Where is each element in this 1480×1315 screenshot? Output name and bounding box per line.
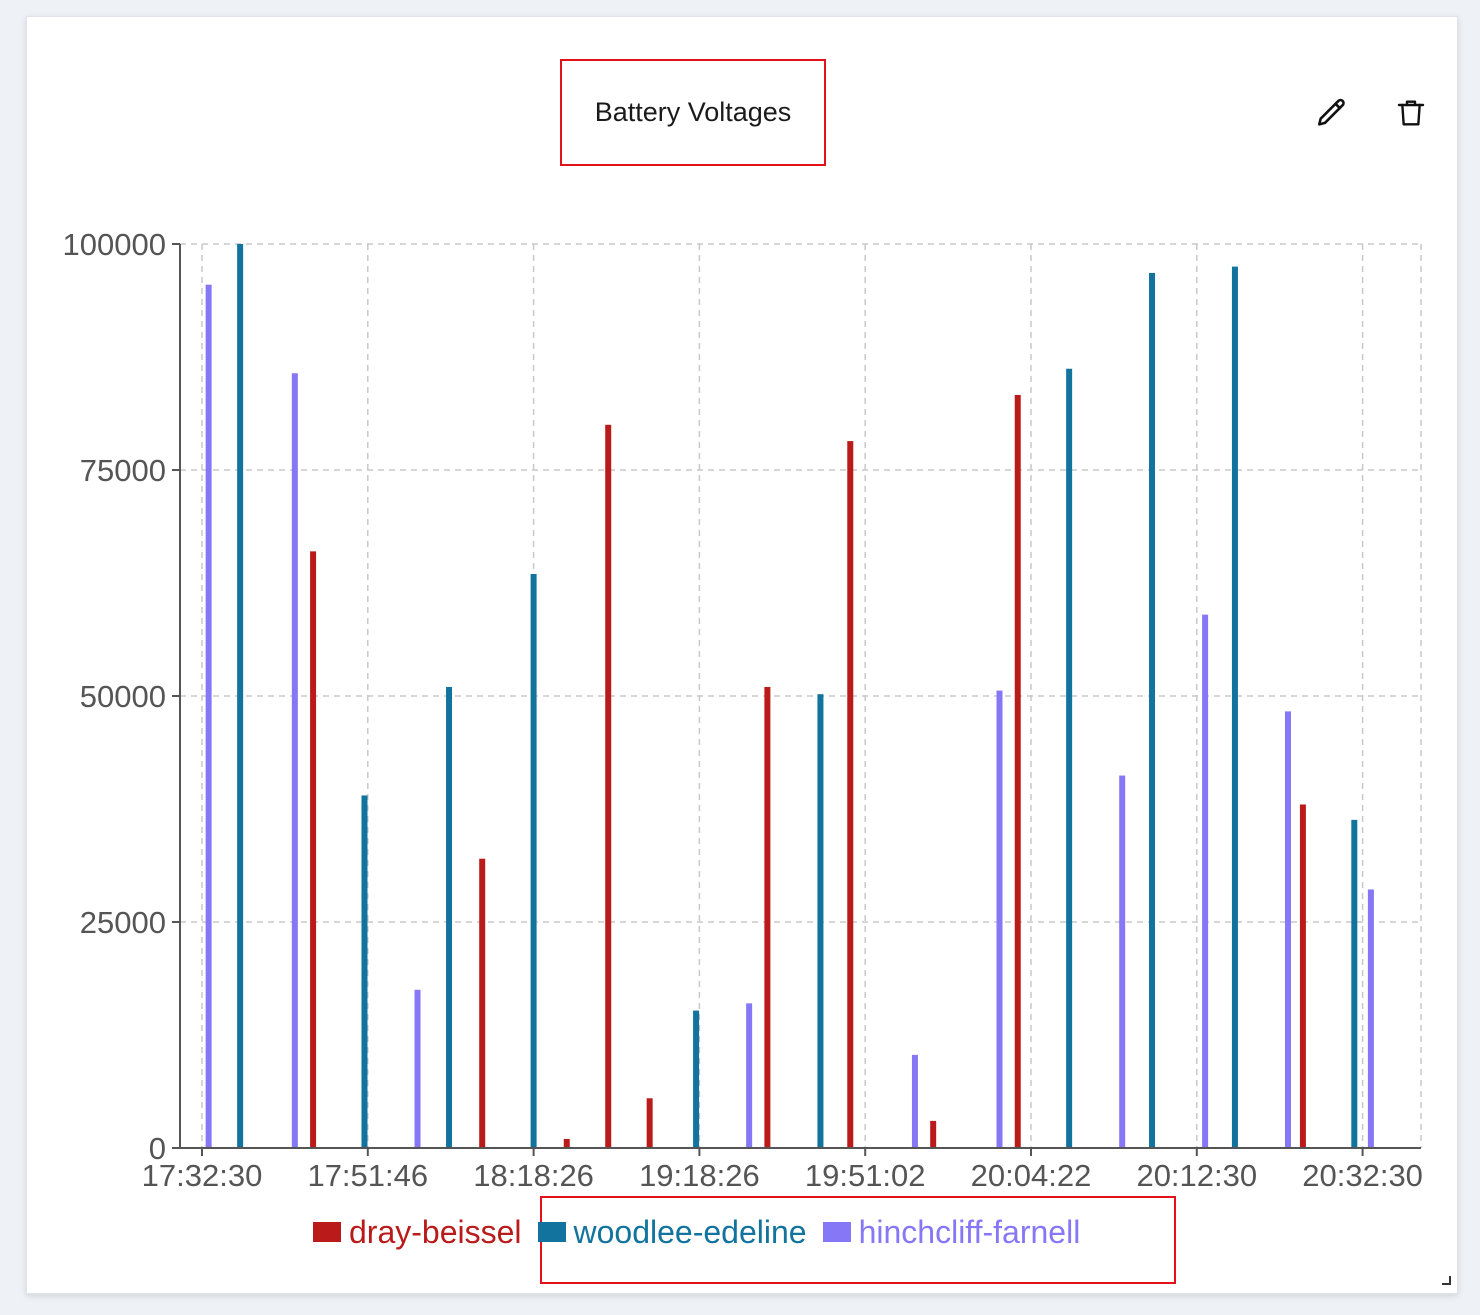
title-highlight: Battery Voltages — [560, 59, 826, 166]
edit-button[interactable] — [1310, 91, 1354, 135]
legend-label: hinchcliff-farnell — [858, 1213, 1081, 1250]
legend-label: dray-beissel — [349, 1213, 522, 1250]
legend-item-dray-beissel[interactable]: dray-beissel — [313, 1214, 522, 1251]
chart-legend: dray-beissel woodlee-edeline hinchcliff-… — [313, 1212, 1096, 1252]
legend-swatch — [537, 1222, 566, 1242]
legend-item-hinchcliff-farnell[interactable]: hinchcliff-farnell — [822, 1213, 1081, 1251]
resize-handle[interactable] — [1441, 1275, 1451, 1285]
trash-icon — [1397, 100, 1425, 126]
legend-label: woodlee-edeline — [573, 1213, 807, 1250]
pencil-icon — [1317, 98, 1345, 126]
legend-item-woodlee-edeline[interactable]: woodlee-edeline — [537, 1213, 807, 1251]
chart-widget — [26, 16, 1458, 1294]
chart-title: Battery Voltages — [594, 97, 792, 127]
delete-button[interactable] — [1389, 91, 1433, 135]
legend-swatch — [313, 1222, 341, 1242]
legend-swatch — [822, 1222, 851, 1242]
